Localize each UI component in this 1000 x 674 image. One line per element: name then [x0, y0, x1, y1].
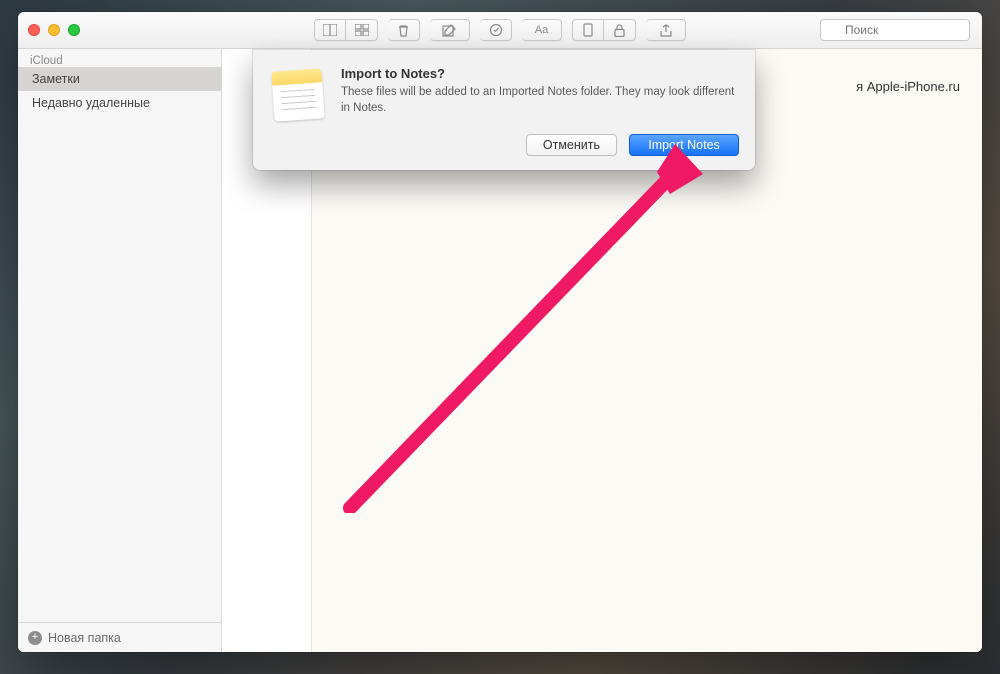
share-button[interactable]: [646, 19, 686, 41]
view-list-button[interactable]: [314, 19, 346, 41]
cancel-button[interactable]: Отменить: [526, 134, 617, 156]
dialog-title: Import to Notes?: [341, 66, 739, 81]
new-folder-label: Новая папка: [48, 631, 121, 645]
delete-button[interactable]: [388, 19, 420, 41]
note-body-fragment: я Apple-iPhone.ru: [856, 79, 960, 94]
cancel-button-label: Отменить: [543, 138, 600, 152]
import-dialog: Import to Notes? These files will be add…: [253, 50, 755, 170]
import-notes-button[interactable]: Import Notes: [629, 134, 739, 156]
compose-button[interactable]: [430, 19, 470, 41]
plus-icon: +: [28, 631, 42, 645]
toolbar: Aa: [314, 19, 686, 41]
window-controls: [28, 24, 80, 36]
dialog-message: These files will be added to an Imported…: [341, 85, 739, 116]
view-grid-button[interactable]: [346, 19, 378, 41]
format-button[interactable]: Aa: [522, 19, 562, 41]
new-folder-button[interactable]: + Новая папка: [18, 622, 221, 652]
sidebar-item-label: Заметки: [32, 72, 80, 86]
sidebar-item-recently-deleted[interactable]: Недавно удаленные: [18, 91, 221, 115]
window-zoom-button[interactable]: [68, 24, 80, 36]
window-close-button[interactable]: [28, 24, 40, 36]
checklist-button[interactable]: [480, 19, 512, 41]
import-button-label: Import Notes: [648, 138, 720, 152]
sidebar-section-header: iCloud: [18, 49, 221, 67]
titlebar: Aa: [18, 12, 982, 49]
sidebar: iCloud Заметки Недавно удаленные + Новая…: [18, 49, 222, 652]
notes-app-icon: [269, 66, 327, 124]
sidebar-item-notes[interactable]: Заметки: [18, 67, 221, 91]
lock-button[interactable]: [604, 19, 636, 41]
sidebar-item-label: Недавно удаленные: [32, 96, 150, 110]
window-minimize-button[interactable]: [48, 24, 60, 36]
search-input[interactable]: [820, 19, 970, 41]
attach-button[interactable]: [572, 19, 604, 41]
search-field-wrapper: [820, 19, 970, 41]
